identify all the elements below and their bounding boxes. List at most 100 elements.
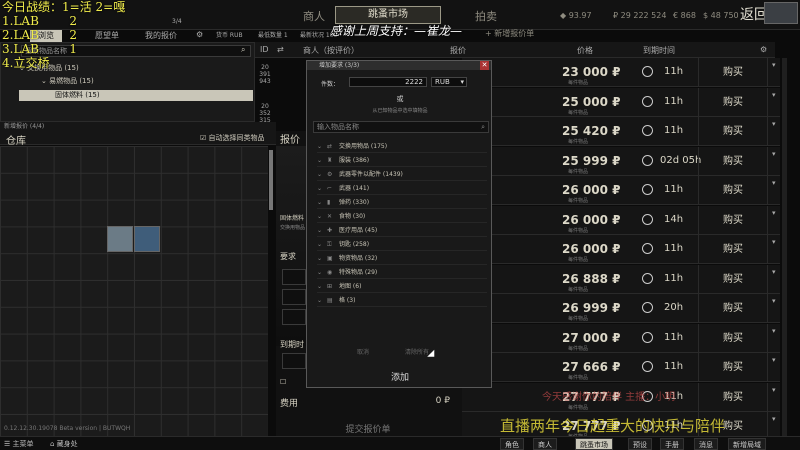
tab-my-offers[interactable]: 我的报价: [145, 30, 177, 42]
clear-all-button[interactable]: 清除所有: [405, 347, 429, 356]
category-icon: ✚: [327, 227, 333, 234]
dialog-category-item[interactable]: ⌄ ✕ 食物 (30): [317, 211, 487, 223]
currency-filter[interactable]: 货币 RUB: [216, 30, 243, 42]
buy-button[interactable]: 购买: [698, 235, 768, 264]
submit-offer-button[interactable]: 提交报价单: [280, 422, 456, 436]
dialog-category-item[interactable]: ⌄ ▣ 物资物品 (32): [317, 253, 487, 265]
category-label: 地图 (6): [339, 283, 362, 290]
dialog-category-item[interactable]: ⌄ ◉ 特殊物品 (29): [317, 267, 487, 279]
requirement-slot[interactable]: [282, 309, 306, 325]
expiry-select[interactable]: [282, 353, 306, 369]
col-price[interactable]: 价格: [577, 45, 593, 56]
stream-banner: 直播两年今日起重大的快乐与陪伴: [500, 417, 726, 435]
buy-button[interactable]: 购买: [698, 87, 768, 117]
dialog-category-item[interactable]: ⌄ ⇄ 交换用物品 (175): [317, 141, 487, 153]
chevron-down-icon: ⌄: [317, 297, 323, 304]
buy-button[interactable]: 购买: [698, 117, 768, 146]
offer-ids: 20 391 943 20 352 315: [255, 58, 275, 126]
buy-button[interactable]: 购买: [698, 146, 768, 176]
messages-button[interactable]: 消息: [694, 438, 718, 450]
min-qty-filter[interactable]: 最低数量 1: [258, 30, 288, 42]
col-merchant[interactable]: 商人（按评价）: [303, 45, 359, 56]
buy-button[interactable]: 购买: [698, 382, 768, 412]
buy-button[interactable]: 购买: [698, 294, 768, 323]
chevron-down-icon[interactable]: ▾: [772, 268, 776, 276]
currency-select[interactable]: RUB ▾: [431, 77, 467, 87]
chevron-down-icon[interactable]: ▾: [772, 415, 776, 423]
buy-button[interactable]: 购买: [698, 205, 768, 235]
cancel-button[interactable]: 取消: [357, 347, 369, 356]
chevron-down-icon[interactable]: ▾: [772, 91, 776, 99]
preset-button[interactable]: 预设: [628, 438, 652, 450]
dialog-category-item[interactable]: ⌄ ⚿ 钥匙 (258): [317, 239, 487, 251]
partial-checkbox[interactable]: ☐: [280, 378, 286, 386]
requirement-slot[interactable]: [282, 269, 306, 285]
chevron-down-icon[interactable]: ▾: [772, 327, 776, 335]
swap-icon[interactable]: ⇄: [277, 45, 284, 54]
stash-grid[interactable]: [0, 146, 268, 436]
overlay-line: 2.LAB 2: [2, 28, 78, 42]
buy-button[interactable]: 购买: [698, 58, 768, 87]
col-expires[interactable]: 到期时间: [643, 45, 675, 56]
dialog-category-item[interactable]: ⌄ ⚙ 武器零件以配件 (1439): [317, 169, 487, 181]
chevron-down-icon[interactable]: ▾: [772, 61, 776, 69]
hideout-button[interactable]: ⌂ 藏身处: [50, 439, 78, 449]
main-menu-button[interactable]: ☰ 主菜单: [4, 439, 34, 449]
flea-market-button[interactable]: 跳蚤市场: [575, 438, 613, 450]
dialog-category-item[interactable]: ⌄ ⊞ 地图 (6): [317, 281, 487, 293]
buy-button[interactable]: 购买: [698, 264, 768, 294]
qty-input[interactable]: 2222: [349, 77, 427, 87]
buy-button[interactable]: 购买: [698, 323, 768, 353]
tree-item-solid-fuel[interactable]: 固体燃料 (15): [19, 90, 253, 101]
per-item-label: 每件物品: [568, 109, 589, 116]
chevron-down-icon[interactable]: ▾: [772, 120, 776, 128]
auto-select-checkbox[interactable]: ☑ 自动选择同类物品: [200, 133, 265, 143]
chevron-down-icon[interactable]: ▾: [772, 150, 776, 158]
dialog-category-item[interactable]: ⌄ ♜ 服装 (386): [317, 155, 487, 167]
col-id[interactable]: ID: [260, 45, 269, 54]
buy-button[interactable]: 购买: [698, 353, 768, 382]
trader-button[interactable]: 商人: [533, 438, 557, 450]
dialog-category-item[interactable]: ⌄ ✚ 医疗用品 (45): [317, 225, 487, 237]
area-button[interactable]: 新增局域: [728, 438, 766, 450]
offers-scrollbar[interactable]: [782, 58, 787, 438]
chevron-down-icon: ⌄: [317, 185, 323, 192]
dialog-category-item[interactable]: ⌄ ⌐ 武器 (141): [317, 183, 487, 195]
chevron-down-icon[interactable]: ▾: [772, 209, 776, 217]
chevron-down-icon[interactable]: ▾: [772, 179, 776, 187]
chevron-down-icon[interactable]: ▾: [772, 297, 776, 305]
character-button[interactable]: 角色: [500, 438, 524, 450]
buy-button[interactable]: 购买: [698, 176, 768, 205]
close-icon[interactable]: ✕: [480, 61, 489, 70]
search-icon[interactable]: ⌕: [241, 45, 245, 55]
requirement-slot[interactable]: [282, 289, 306, 305]
per-item-label: 每件物品: [568, 345, 589, 352]
stream-sub-banner: 今天感谢你的陪伴 主播：小明: [542, 392, 676, 403]
stash-item-fuel-selected[interactable]: [134, 226, 160, 252]
table-row: 25 999 ₽ 每件物品 02d 05h 购买 ▾: [462, 146, 780, 176]
dialog-category-item[interactable]: ⌄ ▮ 弹药 (330): [317, 197, 487, 209]
dialog-search-input[interactable]: 输入物品名称 ⌕: [313, 121, 489, 133]
chevron-down-icon[interactable]: ▾: [772, 238, 776, 246]
category-icon: ✕: [327, 213, 333, 220]
gear-icon[interactable]: ⚙: [196, 30, 203, 42]
webcam-overlay: [764, 2, 798, 24]
tab-auction[interactable]: 拍卖: [475, 8, 497, 24]
table-row: 26 999 ₽ 每件物品 20h 购买 ▾: [462, 294, 780, 323]
chevron-down-icon[interactable]: ▾: [772, 356, 776, 364]
dialog-category-item[interactable]: ⌄ ▤ 格 (3): [317, 295, 487, 307]
tab-trader[interactable]: 商人: [303, 8, 325, 24]
chevron-down-icon[interactable]: ▾: [772, 386, 776, 394]
col-offer[interactable]: 报价: [450, 45, 466, 56]
handbook-button[interactable]: 手册: [660, 438, 684, 450]
add-button[interactable]: 添加: [307, 370, 493, 383]
add-offer-button[interactable]: + 新增报价单: [485, 28, 534, 39]
settings-icon[interactable]: ⚙: [760, 45, 767, 54]
stash-item-fuel-canister[interactable]: [107, 226, 133, 252]
tree-item-flammable[interactable]: ⌄ 易燃物品 (15): [41, 76, 253, 87]
offer-price: 25 999 ₽: [562, 153, 621, 168]
stash-scrollbar[interactable]: [269, 150, 273, 210]
checkbox-icon: ☑: [200, 134, 209, 142]
overlay-line: 4.立交桥: [2, 56, 50, 70]
balance-rub: ₽ 29 222 524: [613, 11, 667, 20]
